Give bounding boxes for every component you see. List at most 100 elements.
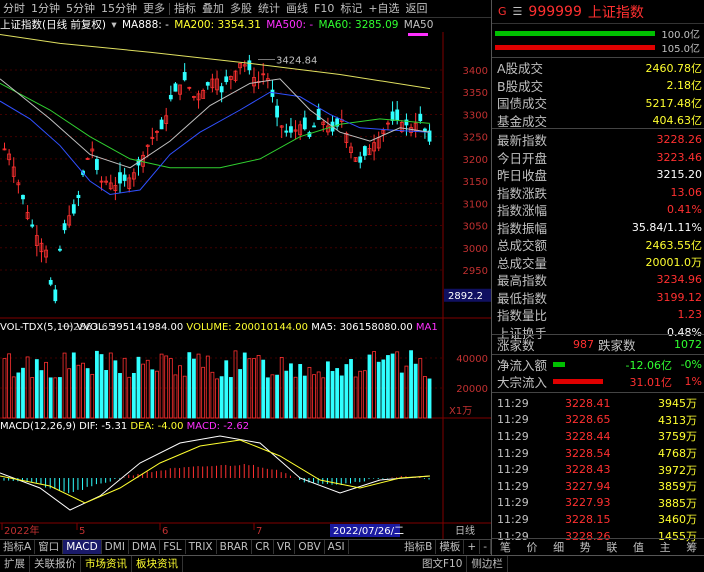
legend-more-indicator[interactable] <box>408 33 428 36</box>
tab-fsl[interactable]: FSL <box>160 540 186 554</box>
tab-brar[interactable]: BRAR <box>217 540 253 554</box>
net-inflow-bar <box>553 362 566 368</box>
tab-asi[interactable]: ASI <box>325 540 349 554</box>
overlay-button[interactable]: 叠加 <box>199 0 227 18</box>
tick-row: 11:29 3227.94 3859万 <box>492 478 704 495</box>
volume-bar <box>99 354 104 419</box>
candle-body <box>159 119 164 130</box>
volume-bar <box>330 371 335 419</box>
stat-value: 0.41% <box>667 203 702 217</box>
panel-tab[interactable]: 势 <box>580 539 591 555</box>
volume-tick: 20000 <box>456 384 488 395</box>
date-label: 6 <box>162 526 168 537</box>
volume-bar <box>159 353 164 419</box>
panel-tab[interactable]: 价 <box>526 539 537 555</box>
tab-sector-news[interactable]: 板块资讯 <box>132 556 183 572</box>
more-periods-button[interactable]: 更多 <box>140 0 168 18</box>
volume-indicator-name[interactable]: VOL-TDX(5,10) <box>0 322 73 333</box>
candle-body <box>284 130 289 133</box>
stat-value: 404.63亿 <box>652 114 703 128</box>
toolbar-divider <box>169 2 170 15</box>
volume-bar <box>409 350 413 419</box>
volume-bar <box>312 374 316 419</box>
tick-price: 3227.93 <box>565 496 611 510</box>
volume-bar <box>358 370 363 419</box>
volume-bar <box>11 376 16 419</box>
candlestick-chart[interactable]: 3400 3350 3300 3250 3200 3150 3100 3050 3000 2950… <box>0 18 491 539</box>
macd-indicator-name[interactable]: MACD(12,26,9) <box>0 421 76 432</box>
statistics-button[interactable]: 统计 <box>255 0 283 18</box>
indicator-button[interactable]: 指标 <box>171 0 199 18</box>
net-inflow-value: -12.06亿 <box>625 358 672 372</box>
mark-button[interactable]: 标记 <box>337 0 365 18</box>
tab-cr[interactable]: CR <box>252 540 274 554</box>
tab-minute-chart[interactable]: 分时 <box>0 0 28 18</box>
volume-bar <box>58 377 62 419</box>
stat-row: 总成交额 2463.55亿 <box>492 236 704 254</box>
candle-body <box>224 76 229 83</box>
draw-line-button[interactable]: 画线 <box>283 0 311 18</box>
tab-extend[interactable]: 扩展 <box>0 556 30 572</box>
tab-f10-graphic[interactable]: 图文F10 <box>418 556 468 572</box>
tab-sidebar[interactable]: 侧边栏 <box>467 556 508 572</box>
volume-unit: X1万 <box>449 406 472 417</box>
panel-tab[interactable]: 主 <box>660 539 671 555</box>
volume-bar <box>233 350 238 419</box>
block-inflow-pct: 1% <box>684 375 702 389</box>
stat-row: 指数量比 1.23 <box>492 306 704 324</box>
bottom-tabs: 扩展 关联报价 市场资讯 板块资讯 图文F10 侧边栏 <box>0 555 704 572</box>
tab-indicator-a[interactable]: 指标A <box>0 540 36 554</box>
panel-tab[interactable]: 细 <box>553 539 564 555</box>
tab-trix[interactable]: TRIX <box>186 540 217 554</box>
volume-bar <box>76 364 81 419</box>
price-tick: 3300 <box>463 110 488 121</box>
zoom-in-button[interactable]: + <box>464 540 481 554</box>
volume-bar <box>325 361 330 419</box>
tick-price: 3228.54 <box>565 446 611 460</box>
tab-indicator-b[interactable]: 指标B <box>401 540 437 554</box>
tick-volume: 3759万 <box>658 430 697 444</box>
tab-5min[interactable]: 5分钟 <box>63 0 98 18</box>
volume-bar <box>164 355 169 419</box>
tab-vr[interactable]: VR <box>274 540 296 554</box>
menu-icon[interactable]: ☰ <box>513 5 523 18</box>
tab-related-quotes[interactable]: 关联报价 <box>30 556 81 572</box>
add-watchlist-button[interactable]: +自选 <box>365 0 402 18</box>
zoom-out-button[interactable]: - <box>480 540 491 554</box>
panel-tab[interactable]: 笔 <box>500 539 511 555</box>
tick-volume: 3460万 <box>658 513 697 527</box>
stat-label: 基金成交 <box>497 113 548 129</box>
volume-bar <box>399 372 404 419</box>
ma200-line <box>0 33 431 90</box>
tab-15min[interactable]: 15分钟 <box>98 0 140 18</box>
chart-toolbar: 分时 1分钟 5分钟 15分钟 更多 指标 叠加 多股 统计 画线 F10 标记… <box>0 0 491 18</box>
volume-bar <box>265 377 270 419</box>
legend-ma500: MA500: - <box>266 19 314 31</box>
tab-template[interactable]: 模板 <box>436 540 465 554</box>
tab-dma[interactable]: DMA <box>129 540 161 554</box>
price-tick: 3400 <box>463 66 488 77</box>
tab-window[interactable]: 窗口 <box>35 540 64 554</box>
panel-tab[interactable]: 联 <box>606 539 617 555</box>
volume-bar <box>44 361 48 419</box>
volume-bar <box>215 378 219 419</box>
volume-bar <box>7 353 12 419</box>
tab-obv[interactable]: OBV <box>295 540 325 554</box>
legend-dropdown-icon[interactable]: ▾ <box>111 19 116 31</box>
candle-body <box>390 111 395 121</box>
volume-bar <box>242 352 247 419</box>
panel-tab[interactable]: 筹 <box>686 539 697 555</box>
stat-label: 总成交额 <box>497 238 548 254</box>
tab-macd[interactable]: MACD <box>63 540 102 554</box>
favorite-icon[interactable]: G <box>498 5 507 18</box>
stat-row: 指数涨跌 13.06 <box>492 184 704 202</box>
multi-stock-button[interactable]: 多股 <box>227 0 255 18</box>
back-button[interactable]: 返回 <box>403 0 431 18</box>
tab-1min[interactable]: 1分钟 <box>28 0 63 18</box>
panel-tab[interactable]: 值 <box>633 539 644 555</box>
tab-market-news[interactable]: 市场资讯 <box>81 556 132 572</box>
tab-dmi[interactable]: DMI <box>102 540 129 554</box>
f10-button[interactable]: F10 <box>311 0 337 18</box>
cursor-date: 2022/07/26/二 <box>333 526 404 537</box>
volume-vvol: VVOL: 395141984.00 <box>76 322 184 333</box>
